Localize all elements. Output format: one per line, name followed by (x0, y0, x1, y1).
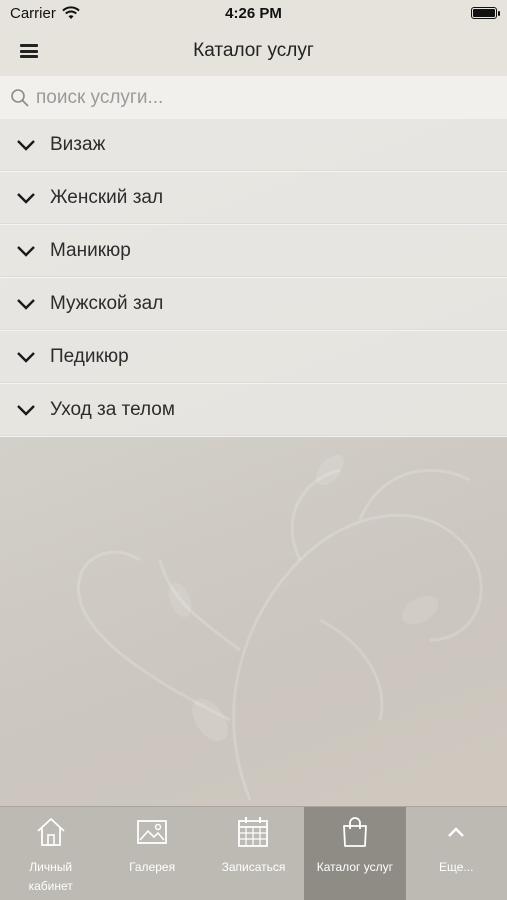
nav-bar: Каталог услуг (0, 26, 507, 76)
category-item-mens-hall[interactable]: Мужской зал (0, 278, 507, 331)
search-icon (11, 88, 29, 107)
category-label: Мужской зал (50, 293, 164, 314)
page-title: Каталог услуг (193, 40, 314, 61)
tab-label: Еще... (439, 860, 474, 874)
calendar-icon (238, 817, 269, 847)
chevron-down-icon (17, 193, 35, 204)
chevron-down-icon (17, 405, 35, 416)
wifi-icon (62, 6, 80, 19)
tab-more[interactable]: Еще... (406, 807, 507, 900)
status-left: Carrier (10, 5, 80, 22)
battery-icon (471, 7, 500, 19)
image-icon (137, 820, 167, 844)
chevron-down-icon (17, 140, 35, 151)
category-item-womens-hall[interactable]: Женский зал (0, 172, 507, 225)
tab-label: Каталог услуг (316, 860, 393, 874)
tab-bar: Личный кабинет Галерея Записаться Катало… (0, 806, 507, 900)
category-item-pedicure[interactable]: Педикюр (0, 331, 507, 384)
chevron-down-icon (17, 299, 35, 310)
category-label: Визаж (50, 134, 106, 155)
hamburger-menu-icon[interactable] (20, 43, 38, 59)
category-item-body-care[interactable]: Уход за телом (0, 384, 507, 437)
tab-label: Галерея (129, 860, 176, 874)
tab-gallery[interactable]: Галерея (101, 807, 202, 900)
category-label: Педикюр (50, 346, 129, 367)
search-bar (0, 76, 507, 119)
category-label: Уход за телом (50, 399, 175, 420)
home-icon (37, 818, 65, 846)
category-item-vizazh[interactable]: Визаж (0, 119, 507, 172)
category-label: Маникюр (50, 240, 131, 261)
chevron-down-icon (17, 352, 35, 363)
search-input[interactable] (36, 86, 496, 109)
category-item-manicure[interactable]: Маникюр (0, 225, 507, 278)
shopping-bag-icon (342, 817, 367, 847)
tab-service-catalog[interactable]: Каталог услуг (304, 807, 406, 900)
tab-label: Записаться (221, 860, 286, 874)
tab-book[interactable]: Записаться (203, 807, 304, 900)
status-bar: Carrier 4:26 PM (0, 0, 507, 26)
tab-personal-account[interactable]: Личный кабинет (0, 807, 101, 900)
chevron-up-icon (448, 827, 465, 837)
chevron-down-icon (17, 246, 35, 257)
tab-label: Личный кабинет (28, 860, 73, 893)
category-label: Женский зал (50, 187, 164, 208)
category-list: Визаж Женский зал Маникюр Мужской зал Пе… (0, 119, 507, 437)
carrier-label: Carrier (10, 4, 56, 22)
